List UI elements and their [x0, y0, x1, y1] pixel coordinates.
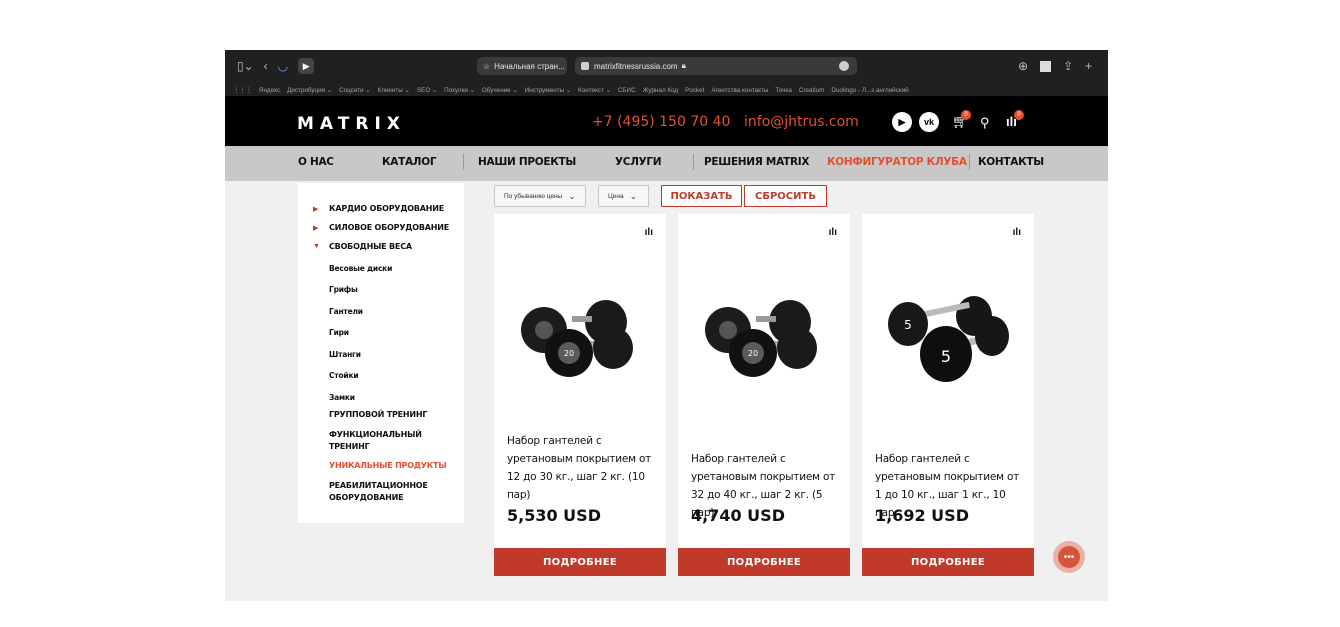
sidebar-sub-item[interactable]: Штанги	[329, 350, 361, 359]
product-card: ılı 20 Набор гантелей с уретановым покры…	[494, 214, 666, 576]
sidebar-unique-products[interactable]: УНИКАЛЬНЫЕ ПРОДУКТЫ	[329, 460, 447, 472]
nav-contacts[interactable]: КОНТАКТЫ	[978, 156, 1044, 168]
sidebar-sub-item[interactable]: Грифы	[329, 285, 358, 294]
bookmark-item[interactable]: Клиенты ⌄	[378, 87, 410, 94]
bookmark-item[interactable]: Creatium	[799, 87, 825, 94]
bookmark-item[interactable]: СБИС	[618, 87, 636, 94]
apps-grid-icon[interactable]: ⋮⋮⋮	[233, 87, 252, 94]
youtube-icon[interactable]: ▶	[892, 112, 912, 132]
download-icon[interactable]: ⊕	[1018, 59, 1028, 73]
bookmark-item[interactable]: SEO ⌄	[417, 87, 437, 94]
new-tab-icon[interactable]: +	[1085, 59, 1092, 73]
nav-solutions[interactable]: РЕШЕНИЯ MATRIX	[704, 156, 809, 168]
compare-icon[interactable]: ılı	[645, 227, 653, 238]
chat-bubble-icon: •••	[1058, 546, 1080, 568]
shield-icon[interactable]: ◡	[278, 59, 288, 73]
browser-window: ▯⌄ ‹ ◡ ▶ ☆ Начальная стран... matrixfitne…	[225, 50, 1108, 601]
phone-link[interactable]: +7 (495) 150 70 40	[592, 114, 730, 130]
nav-configurator[interactable]: КОНФИГУРАТОР КЛУБА	[827, 156, 967, 168]
more-icon[interactable]	[839, 61, 849, 71]
product-price: 5,530 USD	[507, 506, 601, 525]
chat-widget-button[interactable]: •••	[1053, 541, 1085, 573]
caret-right-icon: ▶	[313, 225, 319, 232]
sidebar-rehab[interactable]: РЕАБИЛИТАЦИОННОЕ ОБОРУДОВАНИЕ	[329, 480, 439, 504]
bookmark-item[interactable]: Агентства контакты	[711, 87, 768, 94]
extension-icon[interactable]: ▶	[298, 58, 315, 74]
bookmark-item[interactable]: Обучение ⌄	[482, 87, 518, 94]
sidebar-cardio[interactable]: КАРДИО ОБОРУДОВАНИЕ	[329, 203, 444, 215]
matrix-logo[interactable]: MATRIX	[297, 114, 406, 134]
bookmark-item[interactable]: Покупки ⌄	[444, 87, 475, 94]
back-icon[interactable]: ‹	[264, 59, 268, 73]
sidebar-group-training[interactable]: ГРУППОВОЙ ТРЕНИНГ	[329, 409, 427, 421]
nav-divider	[969, 154, 970, 170]
product-title[interactable]: Набор гантелей с уретановым покрытием от…	[507, 432, 657, 504]
lock-icon: 🔒︎	[681, 61, 686, 70]
nav-services[interactable]: УСЛУГИ	[615, 156, 662, 168]
nav-divider	[693, 154, 694, 170]
bookmark-item[interactable]: Инструменты ⌄	[525, 87, 571, 94]
product-card: ılı 20 Набор гантелей с уретановым покры…	[678, 214, 850, 576]
sidebar-sub-item[interactable]: Стойки	[329, 371, 359, 380]
details-button[interactable]: ПОДРОБНЕЕ	[678, 548, 850, 576]
sidebar-sub-item[interactable]: Замки	[329, 393, 355, 402]
product-price: 4,740 USD	[691, 506, 785, 525]
sidebar-sub-item[interactable]: Гантели	[329, 307, 363, 316]
search-icon[interactable]: ⚲	[980, 115, 990, 131]
sidebar-toggle-icon[interactable]: ▯⌄	[237, 59, 254, 73]
compare-badge: 0	[1014, 110, 1024, 120]
compare-icon[interactable]: ılı	[829, 227, 837, 238]
show-button[interactable]: ПОКАЗАТЬ	[661, 185, 742, 207]
category-sidebar: ▶ КАРДИО ОБОРУДОВАНИЕ ▶ СИЛОВОЕ ОБОРУДОВ…	[298, 183, 464, 523]
svg-text:5: 5	[904, 318, 912, 332]
sidebar-functional-training[interactable]: ФУНКЦИОНАЛЬНЫЙ ТРЕНИНГ	[329, 429, 429, 453]
bookmark-item[interactable]: Duolingo - Л...з английский	[831, 87, 908, 94]
cart-badge: 0	[961, 110, 971, 120]
nav-projects[interactable]: НАШИ ПРОЕКТЫ	[478, 156, 576, 168]
sidebar-strength[interactable]: СИЛОВОЕ ОБОРУДОВАНИЕ	[329, 222, 449, 234]
sort-select[interactable]: По убыванию цены ⌄	[494, 185, 586, 207]
product-image[interactable]: 20	[698, 286, 830, 391]
chevron-down-icon: ⌄	[629, 190, 638, 201]
bookmarks-bar: ⋮⋮⋮ Яндекс Дистрибуция ⌄ Соцсети ⌄ Клиен…	[225, 84, 1108, 96]
main-nav	[225, 146, 1108, 181]
bookmark-item[interactable]: Pocket	[685, 87, 704, 94]
s-extension-icon[interactable]	[1040, 60, 1052, 72]
star-icon: ☆	[483, 61, 491, 71]
bookmark-item[interactable]: Журнал Код	[643, 87, 678, 94]
bookmark-item[interactable]: Соцсети ⌄	[339, 87, 370, 94]
nav-about[interactable]: О НАС	[298, 156, 334, 168]
nav-divider	[463, 154, 464, 170]
caret-right-icon: ▶	[313, 206, 319, 213]
product-image[interactable]: 5 5	[882, 286, 1014, 391]
favicon-icon	[581, 62, 589, 70]
bookmark-item[interactable]: Контекст ⌄	[578, 87, 611, 94]
address-bar[interactable]: matrixfitnessrussia.com 🔒︎	[575, 57, 857, 75]
email-link[interactable]: info@jhtrus.com	[744, 114, 859, 130]
bookmark-item[interactable]: Точка	[775, 87, 791, 94]
browser-toolbar: ▯⌄ ‹ ◡ ▶ ☆ Начальная стран... matrixfitne…	[225, 50, 1108, 96]
svg-text:5: 5	[941, 347, 951, 366]
product-image[interactable]: 20	[514, 286, 646, 391]
bookmark-item[interactable]: Яндекс	[259, 87, 280, 94]
caret-down-icon: ▼	[313, 243, 320, 250]
reset-button[interactable]: СБРОСИТЬ	[744, 185, 827, 207]
product-price: 1,692 USD	[875, 506, 969, 525]
vk-icon[interactable]: vk	[919, 112, 939, 132]
price-select[interactable]: Цена ⌄	[598, 185, 649, 207]
sidebar-free-weights[interactable]: СВОБОДНЫЕ ВЕСА	[329, 241, 412, 253]
sidebar-sub-item[interactable]: Весовые диски	[329, 264, 392, 273]
sidebar-sub-item[interactable]: Гири	[329, 328, 349, 337]
chevron-down-icon: ⌄	[568, 190, 576, 201]
details-button[interactable]: ПОДРОБНЕЕ	[862, 548, 1034, 576]
details-button[interactable]: ПОДРОБНЕЕ	[494, 548, 666, 576]
product-card: ılı 5 5 Набор гантелей с уретановым покр…	[862, 214, 1034, 576]
bookmark-item[interactable]: Дистрибуция ⌄	[287, 87, 332, 94]
nav-catalog[interactable]: КАТАЛОГ	[382, 156, 437, 168]
share-icon[interactable]: ⇪	[1063, 59, 1073, 73]
svg-text:20: 20	[748, 349, 758, 358]
tab-start-page[interactable]: ☆ Начальная стран...	[477, 57, 567, 75]
svg-text:20: 20	[564, 349, 574, 358]
compare-icon[interactable]: ılı	[1013, 227, 1021, 238]
